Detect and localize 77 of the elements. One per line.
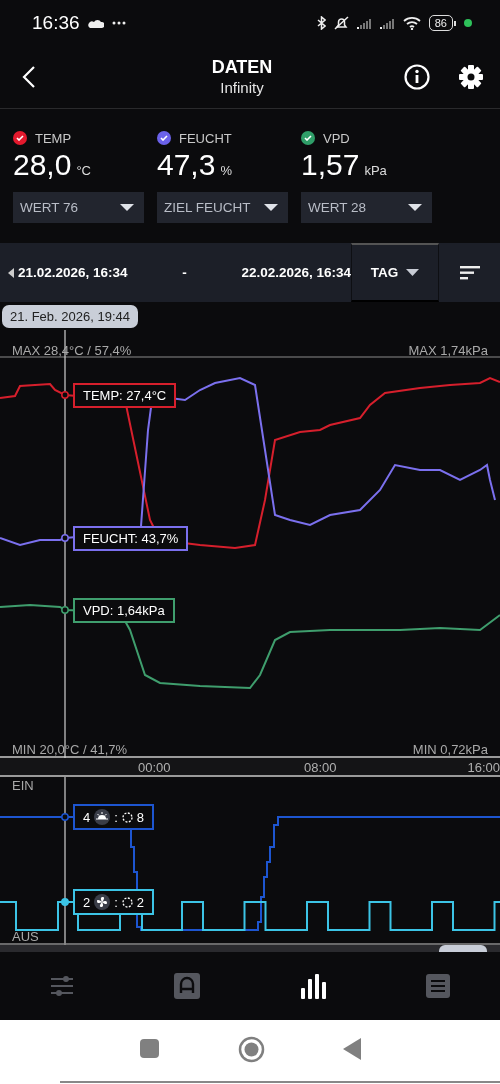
caret-icon xyxy=(120,204,134,211)
sensor-label: TEMP xyxy=(35,130,72,146)
caret-icon xyxy=(408,204,422,211)
dropdown[interactable]: WERT 76 xyxy=(13,192,144,223)
wifi-icon xyxy=(402,16,421,30)
dropdown[interactable]: WERT 28 xyxy=(301,192,432,223)
checkbox[interactable] xyxy=(157,131,171,145)
dashed-circle-icon xyxy=(121,896,133,908)
sensor-value: 1,57 xyxy=(301,148,360,182)
device-count: 2 xyxy=(83,894,91,910)
scroll-handle[interactable] xyxy=(439,945,487,952)
scrollbar[interactable] xyxy=(0,945,500,952)
axis-tick-label: 08:00 xyxy=(304,760,337,775)
checkmark-icon xyxy=(304,135,312,141)
start-date[interactable]: 21.02.2026, 16:34 xyxy=(18,265,128,280)
checkmark-icon xyxy=(160,135,168,141)
data-point xyxy=(61,534,69,542)
fan-icon xyxy=(94,894,111,910)
range-separator: - xyxy=(181,265,188,280)
value-label: VPD: 1,64kPa xyxy=(73,598,175,623)
device-value: 2 xyxy=(136,894,145,910)
sensor-label: FEUCHT xyxy=(179,130,232,146)
battery-level: 86 xyxy=(428,15,453,31)
sort-icon[interactable] xyxy=(459,265,480,280)
bar-chart-icon xyxy=(300,973,326,999)
sensor-unit: °C xyxy=(76,163,91,178)
value-label: TEMP: 27,4°C xyxy=(73,383,177,408)
axis-tick-label: 00:00 xyxy=(138,760,171,775)
caret-icon xyxy=(406,269,420,276)
caret-left-icon[interactable] xyxy=(8,267,14,278)
sensor-label: VPD xyxy=(323,130,350,146)
bluetooth-icon xyxy=(316,16,326,30)
label-separator: : xyxy=(114,809,118,825)
data-point xyxy=(61,391,69,399)
off-label: AUS xyxy=(12,929,39,944)
recents-button[interactable] xyxy=(139,1039,160,1059)
cloud-icon xyxy=(87,18,104,28)
indicator-dot xyxy=(464,19,472,27)
dropdown[interactable]: ZIEL FEUCHT xyxy=(157,192,288,223)
sun-icon xyxy=(94,809,111,825)
letter-box-icon xyxy=(174,973,201,999)
checkmark-icon xyxy=(16,135,24,141)
max-label: MAX 1,74kPa xyxy=(408,343,488,358)
clock-time: 16:36 xyxy=(32,12,80,34)
info-icon[interactable] xyxy=(404,64,430,90)
sensor-unit: kPa xyxy=(364,163,387,178)
screen-subtitle: Infinity xyxy=(220,78,264,97)
label-separator: : xyxy=(114,894,118,910)
axis-tick-label: 16:00 xyxy=(467,760,500,775)
sensor-value: 28,0 xyxy=(13,148,72,182)
list-icon xyxy=(425,974,450,998)
checkbox[interactable] xyxy=(13,131,27,145)
value-label: FEUCHT: 43,7% xyxy=(73,526,189,551)
signal-icon xyxy=(379,17,395,29)
end-date[interactable]: 22.02.2026, 16:34 xyxy=(241,265,351,280)
on-label: EIN xyxy=(12,778,34,793)
data-point xyxy=(61,606,69,614)
data-point xyxy=(61,813,69,821)
signal-icon xyxy=(356,17,372,29)
device-value: 8 xyxy=(136,809,145,825)
sensor-value: 47,3 xyxy=(157,148,216,182)
data-point xyxy=(61,898,69,906)
dashed-circle-icon xyxy=(121,811,133,823)
period-dropdown[interactable]: TAG xyxy=(351,243,439,302)
more-icon xyxy=(111,21,126,25)
cursor-time-tooltip: 21. Feb. 2026, 19:44 xyxy=(2,304,138,328)
sensor-unit: % xyxy=(220,163,232,178)
screen-title: DATEN xyxy=(211,57,273,78)
cursor-line[interactable] xyxy=(64,777,66,945)
checkbox[interactable] xyxy=(301,131,315,145)
muted-bell-icon xyxy=(333,16,349,30)
caret-icon xyxy=(264,204,278,211)
home-button[interactable] xyxy=(237,1035,265,1063)
device-count: 4 xyxy=(83,809,91,825)
settings-icon[interactable] xyxy=(458,64,484,90)
min-label: MIN 0,72kPa xyxy=(412,742,488,757)
sliders-icon xyxy=(50,974,75,998)
